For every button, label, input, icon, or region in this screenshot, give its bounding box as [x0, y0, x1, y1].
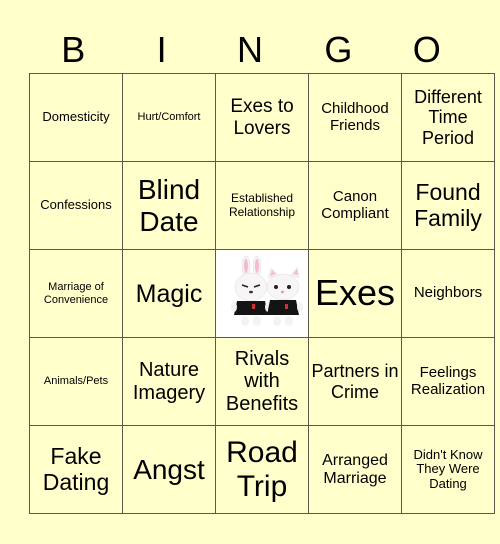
board-row: Fake Dating Angst Road Trip Arranged Mar… — [29, 425, 495, 514]
bingo-cell[interactable]: Nature Imagery — [122, 337, 216, 426]
free-space-cell[interactable] — [215, 249, 309, 338]
bingo-header: B I N G O — [29, 30, 471, 73]
header-letter-i: I — [156, 29, 167, 70]
bingo-cell[interactable]: Rivals with Benefits — [215, 337, 309, 426]
bingo-cell[interactable]: Neighbors — [401, 249, 495, 338]
bingo-cell[interactable]: Found Family — [401, 161, 495, 250]
bingo-cell[interactable]: Animals/Pets — [29, 337, 123, 426]
board-row: Confessions Blind Date Established Relat… — [29, 161, 495, 250]
board-row: Domesticity Hurt/Comfort Exes to Lovers … — [29, 73, 495, 162]
header-letter-b: B — [61, 29, 86, 70]
bingo-cell[interactable]: Partners in Crime — [308, 337, 402, 426]
bingo-cell[interactable]: Blind Date — [122, 161, 216, 250]
bingo-cell[interactable]: Different Time Period — [401, 73, 495, 162]
bingo-cell[interactable]: Fake Dating — [29, 425, 123, 514]
bingo-cell[interactable]: Canon Compliant — [308, 161, 402, 250]
bingo-cell[interactable]: Childhood Friends — [308, 73, 402, 162]
bingo-cell[interactable]: Exes — [308, 249, 402, 338]
bingo-cell[interactable]: Angst — [122, 425, 216, 514]
board-row: Marriage of Convenience Magic Exes Neigh… — [29, 249, 495, 338]
bingo-cell[interactable]: Established Relationship — [215, 161, 309, 250]
bingo-cell[interactable]: Hurt/Comfort — [122, 73, 216, 162]
bingo-board: Domesticity Hurt/Comfort Exes to Lovers … — [29, 73, 495, 514]
bingo-cell[interactable]: Didn't Know They Were Dating — [401, 425, 495, 514]
bingo-cell[interactable]: Confessions — [29, 161, 123, 250]
bingo-cell[interactable]: Road Trip — [215, 425, 309, 514]
plush-bunny — [231, 255, 271, 326]
bingo-cell[interactable]: Marriage of Convenience — [29, 249, 123, 338]
bingo-cell[interactable]: Exes to Lovers — [215, 73, 309, 162]
plush-bunny-and-cat-icon — [231, 255, 303, 326]
board-row: Animals/Pets Nature Imagery Rivals with … — [29, 337, 495, 426]
bingo-cell[interactable]: Arranged Marriage — [308, 425, 402, 514]
bingo-cell[interactable]: Feelings Realization — [401, 337, 495, 426]
plush-cat — [266, 265, 303, 326]
header-letter-o: O — [412, 29, 441, 70]
header-letter-g: G — [324, 29, 353, 70]
bingo-cell[interactable]: Magic — [122, 249, 216, 338]
header-letter-n: N — [236, 29, 263, 70]
bingo-cell[interactable]: Domesticity — [29, 73, 123, 162]
